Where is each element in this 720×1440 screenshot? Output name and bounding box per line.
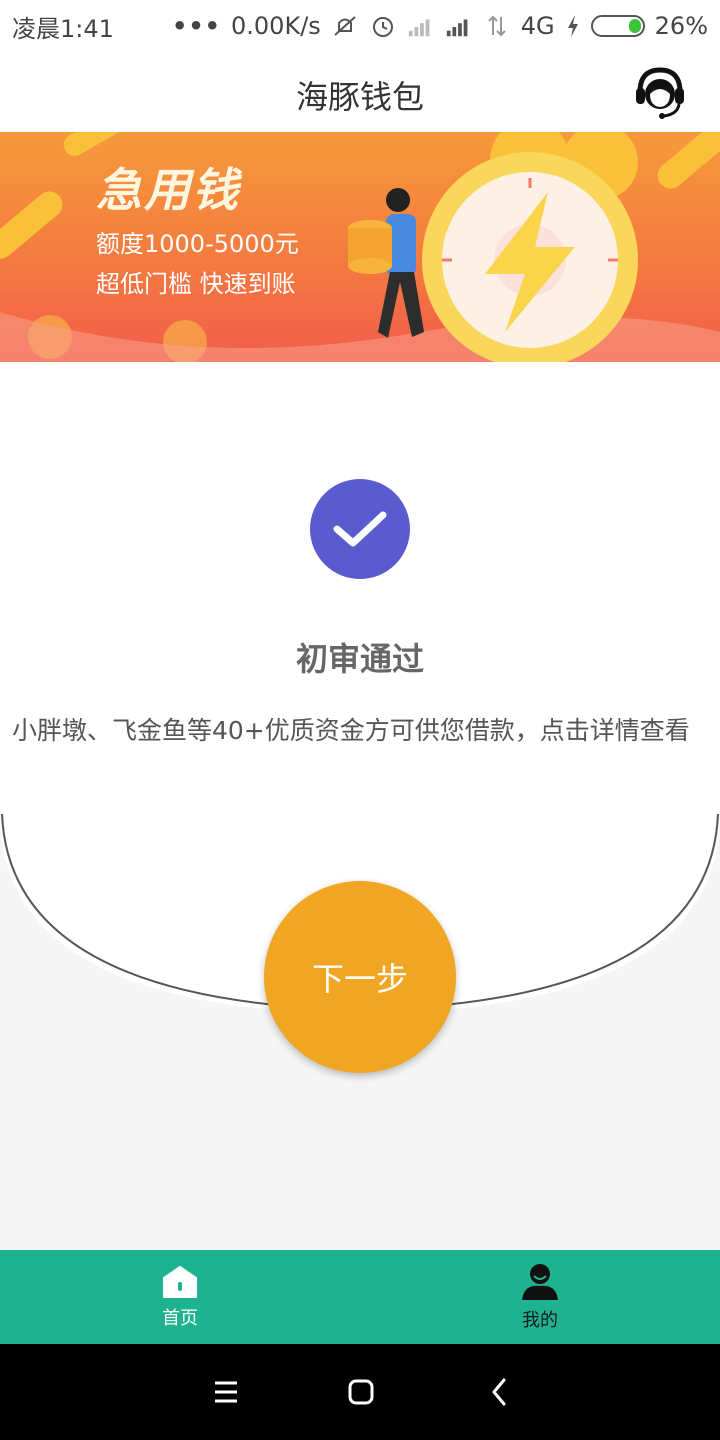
mute-icon bbox=[334, 16, 356, 36]
net-speed: 0.00K/s bbox=[231, 12, 321, 40]
alarm-icon bbox=[372, 17, 393, 37]
system-nav-bar bbox=[0, 1344, 720, 1440]
banner-tagline: 超低门槛 快速到账 bbox=[96, 270, 296, 298]
battery-icon bbox=[590, 15, 645, 37]
tab-mine[interactable]: 我的 bbox=[360, 1250, 720, 1344]
charging-icon bbox=[567, 15, 578, 37]
home-nav-icon[interactable] bbox=[341, 1374, 381, 1410]
tab-mine-label: 我的 bbox=[522, 1310, 558, 1331]
check-icon bbox=[310, 479, 410, 579]
back-icon[interactable] bbox=[480, 1374, 520, 1410]
network-type: 4G bbox=[520, 12, 555, 40]
battery-level: 26% bbox=[654, 12, 708, 40]
promo-banner[interactable]: 急用钱 额度1000-5000元 超低门槛 快速到账 bbox=[0, 132, 720, 362]
user-icon bbox=[522, 1264, 558, 1300]
next-step-button[interactable]: 下一步 bbox=[264, 881, 456, 1073]
tab-home-label: 首页 bbox=[162, 1308, 198, 1329]
status-bar: 凌晨1:41 ••• 0.00K/s 4G 26% bbox=[0, 0, 720, 52]
banner-title: 急用钱 bbox=[96, 163, 240, 217]
banner-quota: 额度1000-5000元 bbox=[96, 230, 299, 258]
result-description[interactable]: 小胖墩、飞金鱼等40+优质资金方可供您借款，点击详情查看 bbox=[12, 714, 700, 748]
page-title: 海豚钱包 bbox=[295, 78, 424, 116]
signal-weak-icon bbox=[408, 19, 430, 37]
status-title: 初审通过 bbox=[295, 640, 424, 678]
customer-service-icon[interactable] bbox=[634, 64, 686, 120]
menu-icon[interactable] bbox=[205, 1374, 245, 1410]
tab-home[interactable]: 首页 bbox=[0, 1250, 360, 1344]
status-right: ••• 0.00K/s 4G 26% bbox=[172, 12, 708, 40]
status-time: 凌晨1:41 bbox=[12, 14, 114, 43]
data-transfer-icon bbox=[488, 15, 506, 37]
bottom-tab-bar: 首页 我的 bbox=[0, 1250, 720, 1344]
result-section: 初审通过 小胖墩、飞金鱼等40+优质资金方可供您借款，点击详情查看 下一步 bbox=[0, 362, 720, 1250]
home-icon bbox=[163, 1266, 197, 1298]
status-dots: ••• bbox=[171, 12, 222, 40]
app-header: 海豚钱包 bbox=[0, 52, 720, 132]
signal-icon bbox=[446, 19, 468, 37]
